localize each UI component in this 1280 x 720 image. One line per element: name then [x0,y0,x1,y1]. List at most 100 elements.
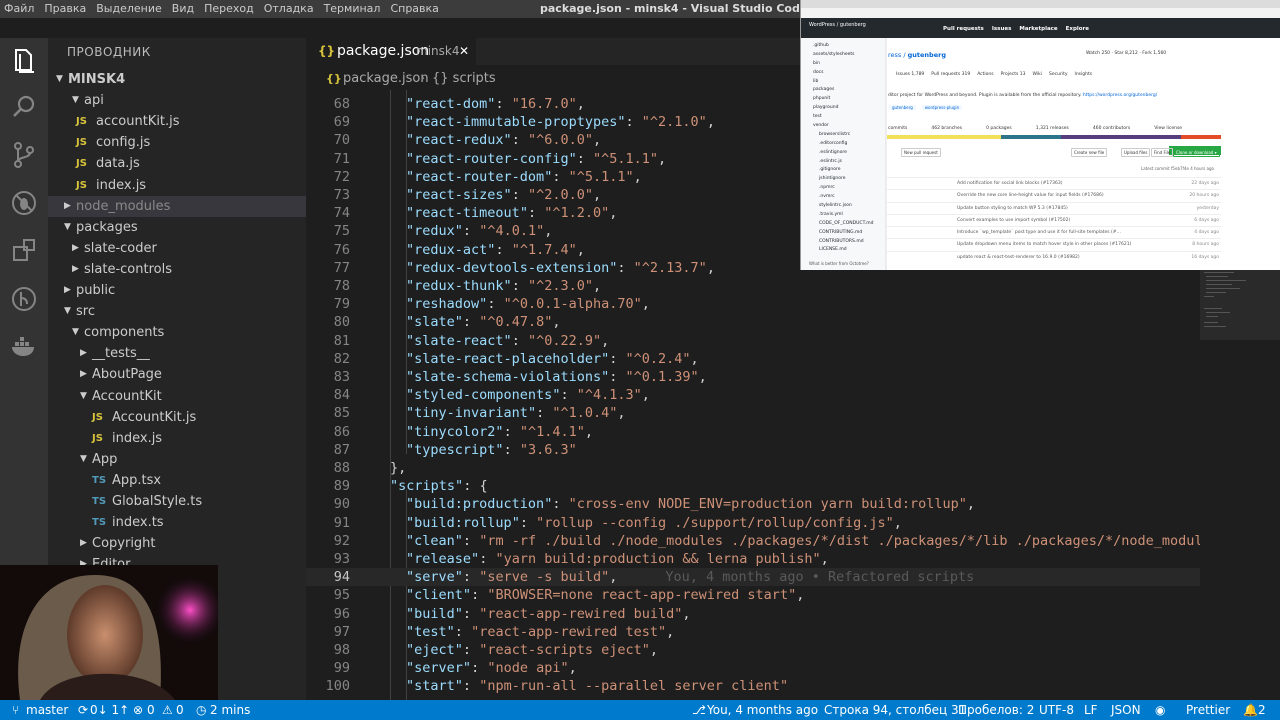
repo-tab[interactable]: Wiki [1033,72,1042,77]
debug-icon[interactable] [9,188,39,218]
octotree-item[interactable]: .editorconfig [809,140,885,149]
menu-item[interactable]: Терминал [324,2,381,15]
git-blame[interactable]: You, 4 months ago [707,700,818,720]
github-nav-item[interactable]: Marketplace [1019,26,1057,32]
tree-item[interactable]: ▼ App [48,449,306,470]
octotree-item[interactable]: vendor [809,122,885,131]
tree-item[interactable]: TS GlobalStyle.ts [48,491,306,512]
octotree-item[interactable]: browserslistrc [809,131,885,140]
tree-item[interactable]: JS AccountKit.js [48,407,306,428]
source-control-icon[interactable] [9,140,39,170]
octotree-item[interactable]: lib [809,78,885,87]
repo-action-button[interactable]: Upload files [1121,148,1151,157]
branch-indicator[interactable]: master [26,700,68,720]
breadcrumb-file[interactable]: package.json [343,68,429,90]
star-button[interactable]: Star [1114,51,1123,56]
menu-item[interactable]: Справка [390,2,438,15]
tree-item[interactable]: TS index.ts [48,512,306,533]
repo-stat[interactable]: 1,321 releases [1036,126,1069,131]
tree-item[interactable]: ▼ packages [48,217,306,238]
octotree-item[interactable]: .eslintignore [809,149,885,158]
notifications-count[interactable]: 2 [1258,700,1266,720]
menu-item[interactable]: Переход [204,2,254,15]
repo-stat[interactable]: 460 contributors [1093,126,1130,131]
repo-tab[interactable]: Issues 1,789 [896,72,924,77]
tab-close-icon[interactable]: ✕ [459,38,469,65]
tab-package-json[interactable]: {} package.json minsk4 ✕ [306,38,476,65]
commit-row[interactable]: Update button styling to match WP 5.3 (#… [887,201,1221,214]
octotree-item[interactable]: packages [809,86,885,95]
warnings-count[interactable]: 0 [176,700,184,720]
sync-status[interactable]: 0↓ 1↑ [90,700,129,720]
repo-action-button[interactable]: New pull request [901,148,941,157]
watch-button[interactable]: Watch [1086,51,1100,56]
fork-button[interactable]: Fork [1142,51,1152,56]
repo-stat[interactable]: View license [1154,126,1182,131]
repo-stat[interactable]: 462 branches [931,126,962,131]
repo-stat[interactable]: 0 packages [986,126,1012,131]
octotree-item[interactable]: jshintignore [809,175,885,184]
menu-item[interactable]: Правка [44,2,86,15]
repo-action-button[interactable]: Create new file [1071,148,1108,157]
menu-item[interactable]: Отладка [264,2,314,15]
octotree-item[interactable]: playground [809,104,885,113]
repo-link[interactable]: https://wordpress.org/gutenberg/ [1083,93,1157,98]
tree-item[interactable]: ▶ public [48,280,306,301]
octotree-item[interactable]: LICENSE.md [809,246,885,255]
octotree-item[interactable]: CODE_OF_CONDUCT.md [809,220,885,229]
tree-item[interactable]: ▶ Copyright [48,533,306,554]
topic-tag[interactable]: wordpress-plugin [921,105,963,110]
octotree-item[interactable]: docs [809,69,885,78]
menu-item[interactable]: Вид [172,2,194,15]
tree-item[interactable]: ▶ slate-coder [48,238,306,259]
indentation[interactable]: Пробелов: 2 [958,700,1034,720]
commit-row[interactable]: Update dropdown menu items to match hove… [887,238,1221,250]
repo-name[interactable]: ress / gutenberg [888,51,946,59]
menu-item[interactable]: Выделение [96,2,162,15]
octotree-item[interactable]: .gitignore [809,166,885,175]
repo-tab[interactable]: Projects 13 [1001,72,1026,77]
tree-item[interactable]: JS data.js [48,153,306,174]
octotree-item[interactable]: .nvmrc [809,193,885,202]
tree-item[interactable]: JS config.js [48,132,306,153]
octotree-item[interactable]: .travis.yml [809,211,885,220]
octotree-item[interactable]: .github [809,42,885,51]
docker-icon[interactable] [9,332,39,362]
octotree-item[interactable]: phpunit [809,95,885,104]
tree-item[interactable]: ▶ AboutPage [48,364,306,385]
commit-row[interactable]: update react & react-test-renderer to 16… [887,250,1221,263]
repo-tab[interactable]: Security [1049,72,1067,77]
repo-action-button[interactable]: Find File [1151,148,1174,157]
octotree-item[interactable]: CONTRIBUTING.md [809,229,885,238]
octotree-item[interactable]: assets/stylesheets [809,51,885,60]
octotree-item[interactable]: .eslintrc.js [809,158,885,167]
repo-tab[interactable]: Insights [1075,72,1093,77]
language-mode[interactable]: JSON [1111,700,1141,720]
commit-row[interactable]: Override the new core line-height value … [887,189,1221,201]
repo-tab[interactable]: Pull requests 319 [931,72,970,77]
github-nav-item[interactable]: Issues [992,26,1012,32]
menu-item[interactable]: Файл [4,2,34,15]
github-nav-item[interactable]: Explore [1066,26,1089,32]
octotree-item[interactable]: test [809,113,885,122]
commit-row[interactable]: Convert examples to use import symbol (#… [887,213,1221,226]
repo-action-button[interactable]: Clone or download ▾ [1173,148,1220,157]
octotree-item[interactable]: bin [809,60,885,69]
tree-item[interactable]: ▶ __tests__ [48,343,306,364]
prettier-status[interactable]: Prettier [1186,700,1230,720]
octotree-item[interactable]: .npmrc [809,184,885,193]
cursor-position[interactable]: Строка 94, столбец 31 [824,700,966,720]
explorer-icon[interactable] [9,46,39,76]
octotree-item[interactable]: stylelintrc.json [809,202,885,211]
search-icon[interactable] [9,92,39,122]
encoding[interactable]: UTF-8 [1039,700,1074,720]
repo-stat[interactable]: commits [888,126,907,131]
tree-item[interactable]: JS index.js [48,428,306,449]
gitlens-icon[interactable] [9,284,39,314]
tree-item[interactable]: ▼ AccountKit [48,386,306,407]
tree-item[interactable]: ▶ node_modules [48,195,306,217]
line-ending[interactable]: LF [1084,700,1098,720]
github-nav-item[interactable]: Pull requests [943,26,984,32]
commit-row[interactable]: Introduce `wp_template` post type and us… [887,226,1221,238]
tree-item[interactable]: ▼ MINSK4 [48,69,306,90]
